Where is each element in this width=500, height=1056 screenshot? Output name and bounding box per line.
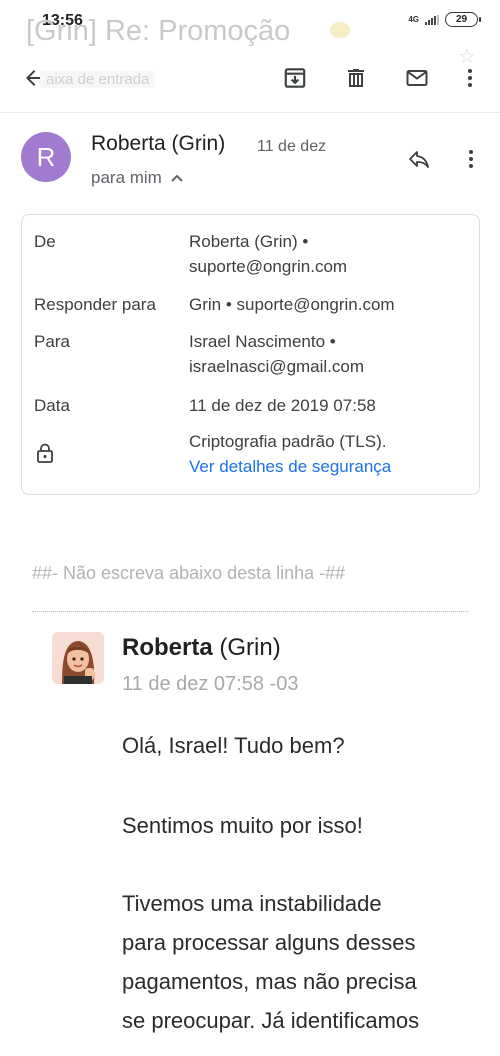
body-line: Tivemos uma instabilidade: [122, 891, 382, 916]
agent-timestamp: 11 de dez 07:58 -03: [122, 673, 299, 695]
from-email[interactable]: suporte@ongrin.com: [189, 257, 347, 276]
chevron-up-icon: [171, 174, 183, 182]
to-value: Israel Nascimento • israelnasci@gmail.co…: [189, 329, 364, 379]
apology-text: Sentimos muito por isso!: [122, 813, 363, 838]
reply-to-value[interactable]: Grin • suporte@ongrin.com: [189, 292, 395, 317]
battery-icon: 29: [445, 12, 481, 27]
reply-separator: ##- Não escreva abaixo desta linha -##: [32, 563, 346, 583]
body-line: se preocupar. Já identificamos: [122, 1008, 420, 1033]
delete-button[interactable]: [338, 60, 374, 96]
trash-icon: [348, 69, 364, 87]
to-name: Israel Nascimento •: [189, 332, 336, 351]
more-vert-icon: [469, 150, 473, 168]
security-value: Criptografia padrão (TLS). Ver detalhes …: [189, 429, 391, 479]
signal-icon: [425, 14, 439, 25]
archive-button[interactable]: [277, 60, 313, 96]
reply-to-label: Responder para: [34, 295, 156, 314]
agent-avatar: [52, 632, 104, 684]
status-indicators: 4G 29: [408, 12, 481, 27]
date-value: 11 de dez de 2019 07:58: [189, 396, 376, 415]
sender-avatar[interactable]: R: [21, 132, 71, 182]
from-value: Roberta (Grin) • suporte@ongrin.com: [189, 229, 347, 279]
dotted-divider: [32, 611, 468, 612]
toolbar: aixa de entrada: [0, 50, 500, 106]
date-label: Data: [34, 396, 70, 415]
mark-unread-button[interactable]: [399, 60, 435, 96]
from-name: Roberta (Grin) •: [189, 232, 309, 251]
to-email[interactable]: israelnasci@gmail.com: [189, 357, 364, 376]
body-line: pagamentos, mas não precisa: [122, 969, 417, 994]
encryption-text: Criptografia padrão (TLS).: [189, 432, 387, 451]
security-details-link[interactable]: Ver detalhes de segurança: [189, 457, 391, 476]
reply-button[interactable]: [402, 142, 436, 176]
network-type: 4G: [408, 14, 419, 24]
greeting-text: Olá, Israel! Tudo bem?: [122, 733, 345, 758]
reply-icon: [409, 151, 429, 168]
sender-name: Roberta (Grin): [91, 132, 226, 155]
agent-first-name: Roberta: [122, 634, 213, 661]
mail-icon: [406, 70, 428, 86]
toolbar-divider: [0, 112, 500, 113]
to-label: Para: [34, 332, 70, 351]
subject-faded: [Grin] Re: Promoção: [26, 15, 291, 47]
battery-level: 29: [455, 14, 468, 25]
agent-company: (Grin): [212, 634, 281, 661]
memoji-avatar-image: [52, 632, 104, 684]
more-vert-icon: [468, 69, 472, 87]
message-date: 11 de dez: [257, 138, 327, 155]
inbox-label: aixa de entrada: [40, 71, 156, 88]
message-more-button[interactable]: [456, 142, 486, 176]
from-label: De: [34, 232, 56, 251]
message-details-card: De Roberta (Grin) • suporte@ongrin.com R…: [21, 214, 480, 495]
more-options-button[interactable]: [452, 60, 488, 96]
recipients-toggle[interactable]: para mim: [91, 168, 184, 188]
recipients-label: para mim: [91, 168, 162, 187]
label-icon: [330, 22, 350, 38]
archive-icon: [284, 68, 306, 88]
lock-icon: [37, 443, 53, 463]
agent-name: Roberta (Grin): [122, 634, 281, 662]
body-line: para processar alguns desses: [122, 930, 416, 955]
